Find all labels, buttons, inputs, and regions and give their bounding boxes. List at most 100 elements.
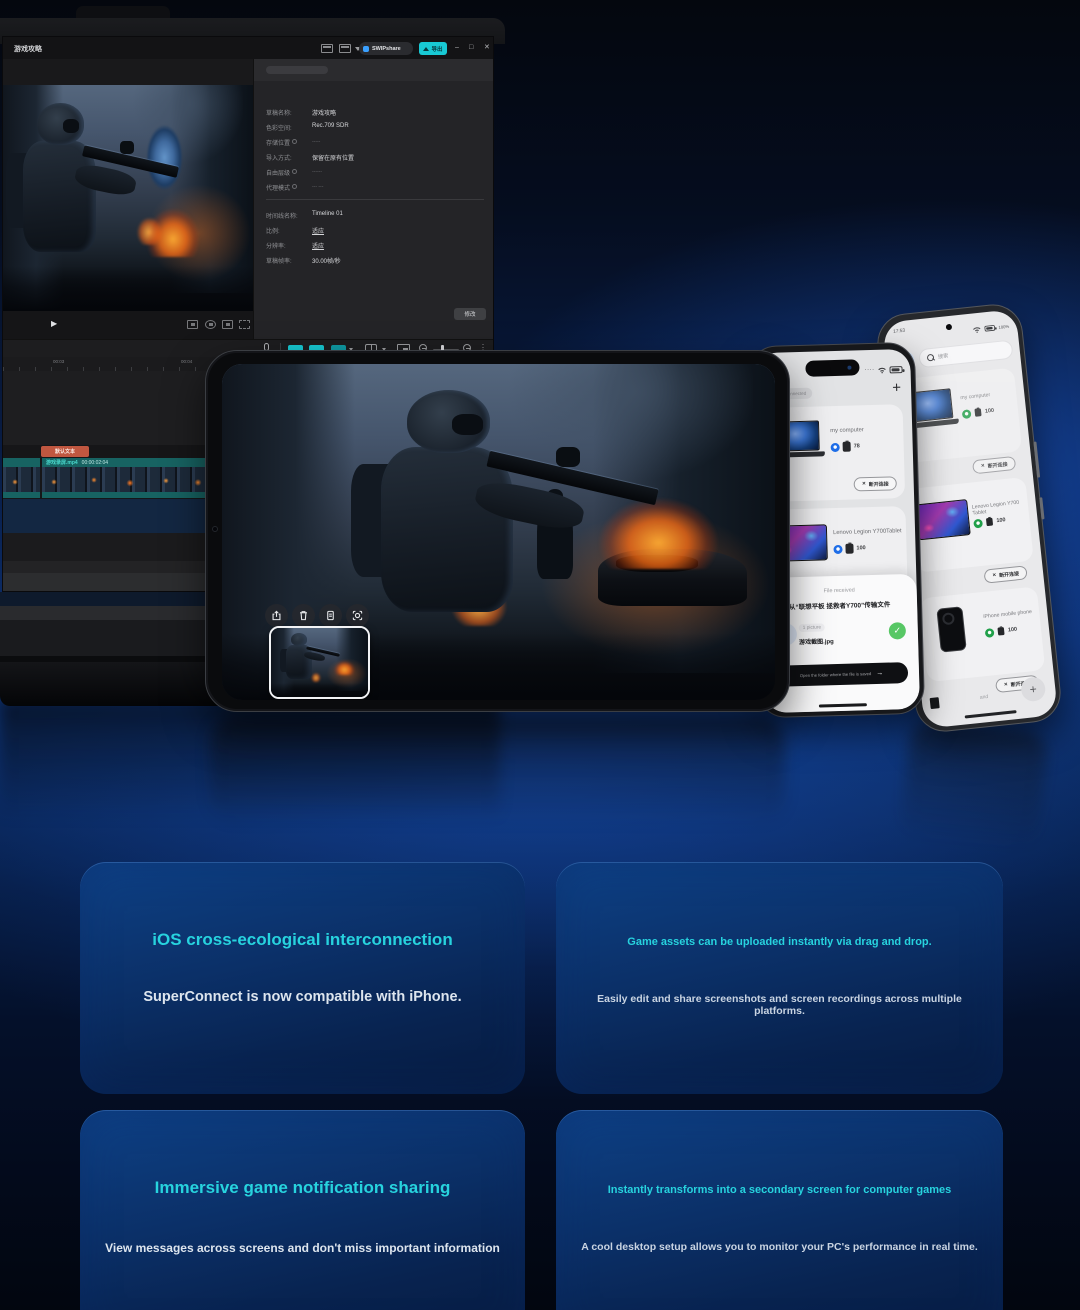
properties-header xyxy=(254,59,494,81)
panel-layout-icon[interactable] xyxy=(321,44,333,53)
prop-label: 存储位置 xyxy=(266,138,290,147)
connected-icon xyxy=(833,544,842,553)
document-icon[interactable] xyxy=(930,697,940,709)
tablet-mockup xyxy=(205,350,790,712)
lens-button[interactable] xyxy=(346,604,369,627)
battery-level: 78 xyxy=(854,443,860,449)
screenshot-thumbnail[interactable] xyxy=(269,626,370,699)
info-icon xyxy=(292,184,297,189)
video-clip-header[interactable] xyxy=(3,458,40,467)
battery-icon xyxy=(843,442,851,452)
file-count-badge: 1 picture xyxy=(799,623,826,632)
info-icon xyxy=(292,139,297,144)
info-icon xyxy=(292,169,297,174)
prop-label: 代理模式 xyxy=(266,183,290,192)
timecode-icon[interactable] xyxy=(187,320,198,329)
close-icon: × xyxy=(1004,682,1008,688)
editor-window-title: 游戏攻略 xyxy=(14,44,42,54)
clip-thumbnails[interactable] xyxy=(3,467,40,492)
device-card[interactable]: iPhone mobile phone 100 ×断开连接 xyxy=(919,586,1045,682)
connected-icon xyxy=(985,628,995,638)
feature-subtitle: SuperConnect is now compatible with iPho… xyxy=(102,989,503,1005)
media-panel-header xyxy=(3,59,253,85)
fullscreen-icon[interactable] xyxy=(239,320,250,329)
device-name: Lenovo Legion Y700Tablet xyxy=(833,528,902,536)
battery-level: 100 xyxy=(985,408,995,415)
feature-subtitle: Easily edit and share screenshots and sc… xyxy=(578,993,980,1017)
export-button[interactable]: 导出 xyxy=(419,42,447,55)
ratio-icon[interactable] xyxy=(222,320,233,329)
text-clip[interactable]: 默认文本 xyxy=(41,446,89,457)
battery-icon xyxy=(974,408,981,417)
arrow-right-icon: → xyxy=(876,670,883,677)
panel-split-icon[interactable] xyxy=(339,44,351,53)
add-device-button[interactable]: + xyxy=(892,379,901,396)
prop-value: Timeline 01 xyxy=(312,211,343,217)
device-thumbnail xyxy=(915,499,970,540)
battery-level: 100 xyxy=(1008,627,1018,634)
share-label: SWIPshare xyxy=(372,46,401,52)
feature-title: Immersive game notification sharing xyxy=(107,1178,499,1198)
properties-breadcrumb xyxy=(266,66,328,74)
prop-value: ------ xyxy=(312,169,322,175)
status-icons: ···· xyxy=(864,360,902,379)
device-card[interactable]: Lenovo Legion Y700 Tablet 100 ×断开连接 xyxy=(908,477,1034,573)
prop-value[interactable]: 适应 xyxy=(312,226,324,235)
delete-button[interactable] xyxy=(292,604,315,627)
modify-label: 修改 xyxy=(464,310,475,318)
time-tick: 00:04 xyxy=(181,359,192,364)
signal-dots: ···· xyxy=(864,367,874,373)
battery-level: 100 xyxy=(856,545,865,551)
phone-reflection xyxy=(899,719,1049,853)
disconnect-label: 断开连接 xyxy=(869,480,889,488)
open-folder-label: Open the folder where the file is saved xyxy=(800,671,872,678)
modify-button[interactable]: 修改 xyxy=(454,308,486,320)
clip-timecode: 00:00:02:04 xyxy=(82,460,108,466)
feature-card-drag-drop: Game assets can be uploaded instantly vi… xyxy=(556,862,1003,1094)
close-icon: × xyxy=(981,463,985,469)
open-folder-button[interactable]: Open the folder where the file is saved … xyxy=(775,662,909,687)
close-icon: × xyxy=(992,572,996,578)
power-button xyxy=(1039,497,1044,519)
prop-value: --- --- xyxy=(312,184,323,190)
minimize-button[interactable]: – xyxy=(455,43,459,53)
feature-title: Game assets can be uploaded instantly vi… xyxy=(583,936,976,948)
maximize-button[interactable]: □ xyxy=(469,43,473,53)
punch-hole-camera xyxy=(946,324,953,331)
disconnect-button[interactable]: ×断开连接 xyxy=(854,476,897,491)
focus-icon[interactable] xyxy=(205,320,216,329)
notes-icon xyxy=(325,610,336,621)
search-input[interactable]: 搜索 xyxy=(918,340,1013,369)
share-icon xyxy=(271,610,282,621)
search-placeholder: 搜索 xyxy=(938,352,949,360)
connected-icon xyxy=(973,518,983,528)
prop-label: 导入方式: xyxy=(266,153,292,162)
share-account-button[interactable]: SWIPshare xyxy=(359,42,413,55)
success-check-icon: ✓ xyxy=(889,622,906,639)
notes-button[interactable] xyxy=(319,604,342,627)
home-indicator[interactable] xyxy=(965,710,1017,718)
play-button[interactable]: ▶ xyxy=(51,319,57,328)
feature-title: Instantly transforms into a secondary sc… xyxy=(583,1184,976,1196)
text-clip-label: 默认文本 xyxy=(55,448,75,455)
video-clip-footer xyxy=(3,492,40,498)
close-button[interactable]: ✕ xyxy=(484,43,490,53)
disconnect-label: 断开连接 xyxy=(987,460,1008,469)
battery-level: 100 xyxy=(996,517,1006,524)
prop-label: 时间线名称: xyxy=(266,211,298,220)
feature-subtitle: View messages across screens and don't m… xyxy=(102,1241,503,1255)
prop-label: 比例: xyxy=(266,226,280,235)
divider xyxy=(266,199,484,200)
share-button[interactable] xyxy=(265,604,288,627)
disconnect-button[interactable]: ×断开连接 xyxy=(972,456,1016,474)
game-frame-preview xyxy=(3,85,253,311)
wifi-icon xyxy=(972,320,983,339)
device-name: my computer xyxy=(830,427,864,434)
disconnect-button[interactable]: ×断开连接 xyxy=(984,565,1028,583)
export-label: 导出 xyxy=(431,45,442,53)
add-device-button[interactable]: + xyxy=(1020,676,1046,702)
battery-icon xyxy=(997,627,1004,636)
device-name: my computer xyxy=(960,392,990,401)
prop-value[interactable]: 适应 xyxy=(312,241,324,250)
video-preview[interactable] xyxy=(3,85,253,311)
